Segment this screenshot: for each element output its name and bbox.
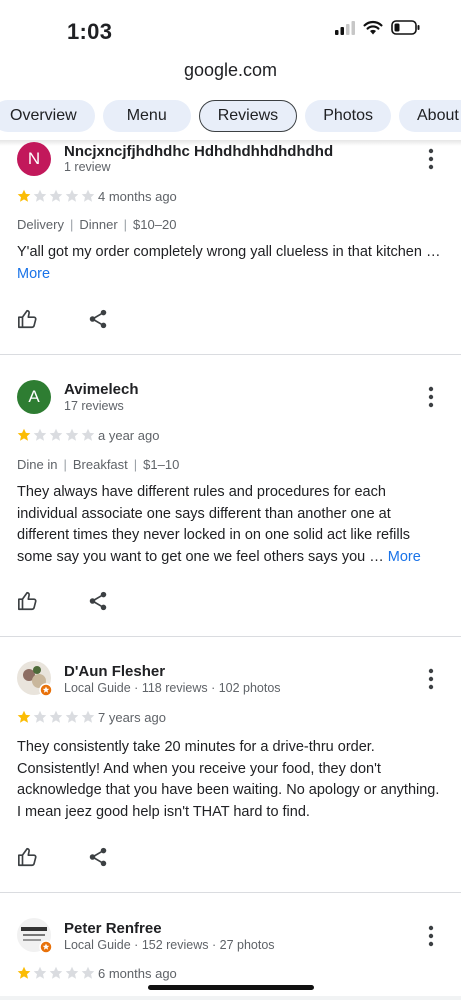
tag-price: $1–10	[143, 457, 180, 472]
more-options-icon[interactable]	[424, 386, 438, 408]
review-tags: Delivery | Dinner | $10–20	[17, 217, 177, 232]
review-date: a year ago	[98, 428, 160, 443]
reviewer-name[interactable]: Avimelech	[64, 381, 138, 398]
divider	[0, 354, 461, 355]
more-link[interactable]: More	[388, 549, 421, 565]
more-link[interactable]: More	[17, 266, 50, 282]
thumbs-up-icon[interactable]	[17, 308, 39, 330]
place-tabs: Overview Menu Reviews Photos About	[0, 100, 461, 134]
review-tags: Dine in | Breakfast | $1–10	[17, 457, 180, 472]
star-empty-icon	[49, 189, 63, 202]
tag-price: $10–20	[133, 217, 177, 232]
status-bar: 1:03	[0, 0, 461, 60]
status-icons	[335, 20, 421, 35]
battery-icon	[391, 20, 420, 35]
tag-service: Delivery	[17, 217, 64, 232]
star-rating	[17, 966, 95, 980]
star-empty-icon	[33, 428, 47, 441]
tab-overview[interactable]: Overview	[0, 100, 95, 132]
avatar-photo[interactable]	[17, 918, 53, 954]
reviewer-name[interactable]: D'Aun Flesher	[64, 663, 165, 680]
review-card: N Nncjxncjfjhdhdhc Hdhdhdhhdhdhdhd 1 rev…	[0, 140, 461, 355]
reviewer-meta: 1 review	[64, 160, 111, 174]
reviewer-meta: Local Guide · 118 reviews · 102 photos	[64, 681, 281, 695]
star-empty-icon	[33, 189, 47, 202]
star-empty-icon	[81, 428, 95, 441]
avatar[interactable]: N	[17, 142, 51, 176]
share-icon[interactable]	[87, 308, 109, 330]
star-rating	[17, 189, 95, 203]
review-date: 6 months ago	[98, 966, 177, 981]
review-date: 7 years ago	[98, 710, 166, 725]
divider	[0, 892, 461, 893]
food-photo-avatar-icon	[17, 661, 53, 697]
tab-menu[interactable]: Menu	[102, 100, 191, 132]
more-options-icon[interactable]	[424, 668, 438, 690]
star-rating	[17, 428, 95, 442]
reviewer-meta: 17 reviews	[64, 399, 124, 413]
divider	[0, 636, 461, 637]
review-text-content: They consistently take 20 minutes for a …	[17, 739, 440, 820]
star-empty-icon	[65, 966, 79, 979]
share-icon[interactable]	[87, 590, 109, 612]
star-empty-icon	[33, 966, 47, 979]
avatar-photo[interactable]	[17, 661, 53, 697]
star-empty-icon	[81, 710, 95, 723]
tab-about[interactable]: About	[399, 100, 461, 132]
star-empty-icon	[81, 966, 95, 979]
tag-meal: Breakfast	[72, 457, 128, 472]
review-text-content: Y'all got my order completely wrong yall…	[17, 244, 441, 260]
tab-photos[interactable]: Photos	[305, 100, 391, 132]
review-text-content: They always have different rules and pro…	[17, 484, 411, 565]
star-filled-icon	[17, 966, 31, 979]
reviewer-name[interactable]: Peter Renfree	[64, 920, 162, 937]
review-card: A Avimelech 17 reviews a year ago Dine i…	[0, 380, 461, 635]
star-empty-icon	[65, 428, 79, 441]
reviewer-name[interactable]: Nncjxncjfjhdhdhc Hdhdhdhhdhdhdhd	[64, 143, 333, 160]
url-text: google.com	[183, 60, 278, 80]
bottom-strip	[0, 996, 461, 1000]
star-empty-icon	[49, 966, 63, 979]
thumbs-up-icon[interactable]	[17, 846, 39, 868]
tab-reviews[interactable]: Reviews	[198, 100, 298, 132]
star-filled-icon	[17, 428, 31, 441]
more-options-icon[interactable]	[424, 925, 438, 947]
share-icon[interactable]	[87, 846, 109, 868]
star-rating	[17, 710, 95, 724]
reviewer-meta: Local Guide · 152 reviews · 27 photos	[64, 938, 275, 952]
photo-avatar-icon	[17, 918, 53, 954]
review-text: Y'all got my order completely wrong yall…	[17, 242, 445, 285]
star-empty-icon	[49, 428, 63, 441]
star-empty-icon	[65, 710, 79, 723]
more-options-icon[interactable]	[424, 148, 438, 170]
home-indicator	[148, 985, 314, 990]
review-card: D'Aun Flesher Local Guide · 118 reviews …	[0, 660, 461, 890]
tag-meal: Dinner	[79, 217, 118, 232]
review-date: 4 months ago	[98, 189, 177, 204]
cellular-signal-icon	[335, 20, 355, 35]
status-time: 1:03	[67, 19, 113, 44]
avatar-letter: N	[27, 149, 41, 168]
avatar[interactable]: A	[17, 380, 51, 414]
star-empty-icon	[33, 710, 47, 723]
wifi-icon	[363, 20, 383, 35]
thumbs-up-icon[interactable]	[17, 590, 39, 612]
avatar-letter: A	[28, 387, 40, 406]
star-empty-icon	[65, 189, 79, 202]
review-text: They consistently take 20 minutes for a …	[17, 737, 445, 823]
star-empty-icon	[81, 189, 95, 202]
review-text: They always have different rules and pro…	[17, 482, 445, 568]
star-filled-icon	[17, 189, 31, 202]
tag-service: Dine in	[17, 457, 58, 472]
address-bar[interactable]: google.com	[0, 60, 461, 88]
star-filled-icon	[17, 710, 31, 723]
star-empty-icon	[49, 710, 63, 723]
